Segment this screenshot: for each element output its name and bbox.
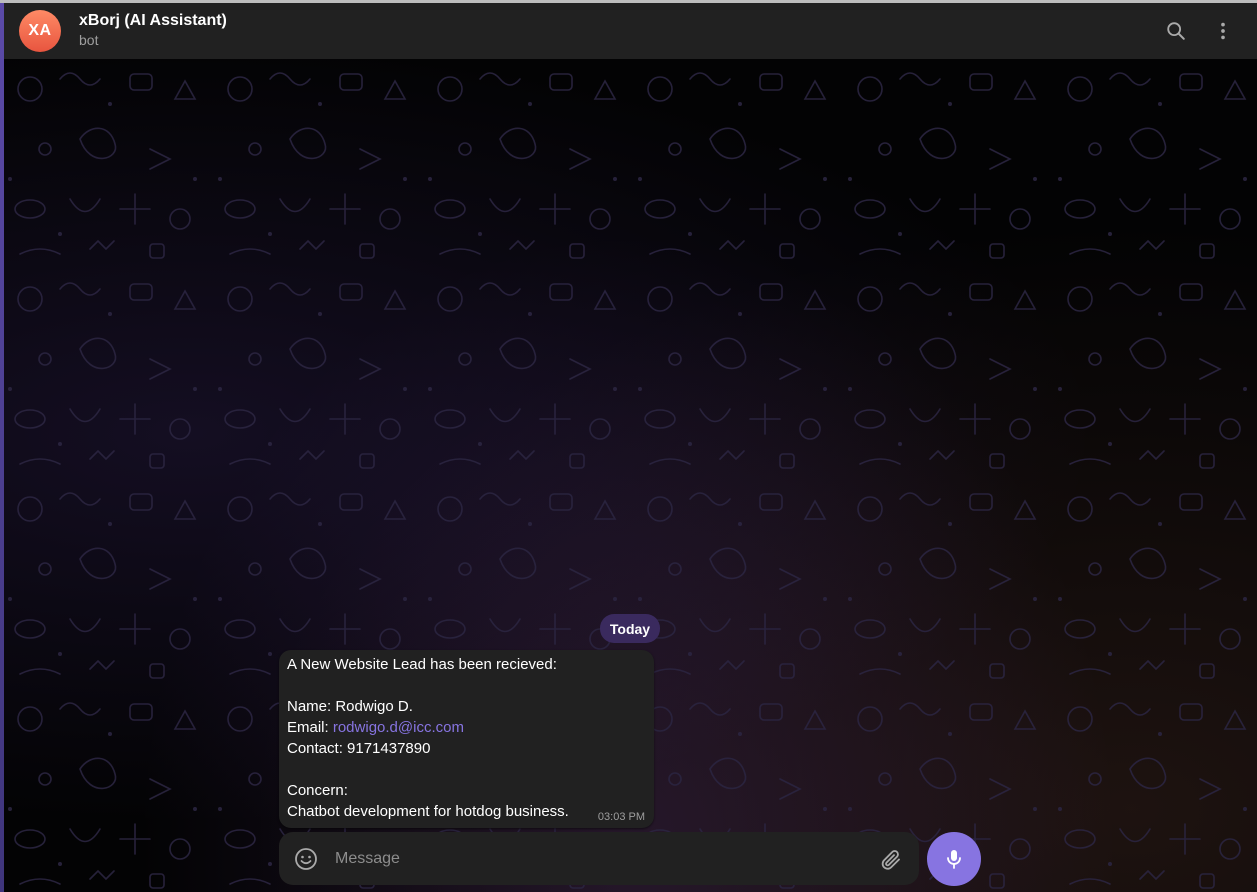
date-separator: Today — [600, 614, 660, 643]
message-input[interactable] — [333, 842, 857, 876]
search-button[interactable] — [1160, 15, 1192, 47]
message-concern-text: Chatbot development for hotdog business. — [287, 803, 569, 820]
chat-avatar[interactable]: XA — [19, 10, 61, 52]
message-heading: A New Website Lead has been recieved: — [287, 656, 557, 673]
microphone-icon — [947, 850, 961, 869]
message-timestamp: 03:03 PM — [597, 811, 645, 823]
message-email-line: Email: rodwigo.d@icc.com — [287, 719, 464, 736]
search-icon — [1167, 22, 1185, 40]
more-options-button[interactable] — [1207, 15, 1239, 47]
more-vertical-icon — [1221, 22, 1225, 40]
left-accent-bar — [0, 0, 4, 892]
attach-button[interactable] — [877, 846, 905, 874]
voice-record-button[interactable] — [927, 832, 981, 886]
emoji-button[interactable] — [293, 846, 319, 872]
message-email-link[interactable]: rodwigo.d@icc.com — [333, 719, 464, 736]
window-top-border — [0, 0, 1257, 3]
message-name-line: Name: Rodwigo D. — [287, 698, 413, 715]
chat-header: XA xBorj (AI Assistant) bot — [0, 3, 1257, 59]
message-concern-label: Concern: — [287, 782, 348, 799]
message-email-label: Email: — [287, 719, 333, 736]
chat-title[interactable]: xBorj (AI Assistant) — [79, 12, 227, 30]
telegram-chat-window: XA xBorj (AI Assistant) bot Today A New … — [0, 0, 1257, 892]
paperclip-icon — [881, 850, 900, 870]
incoming-message-bubble[interactable]: A New Website Lead has been recieved: Na… — [279, 650, 654, 828]
message-contact-line: Contact: 9171437890 — [287, 740, 431, 757]
smile-icon — [295, 848, 317, 870]
message-composer — [279, 832, 919, 885]
chat-status: bot — [79, 32, 99, 48]
